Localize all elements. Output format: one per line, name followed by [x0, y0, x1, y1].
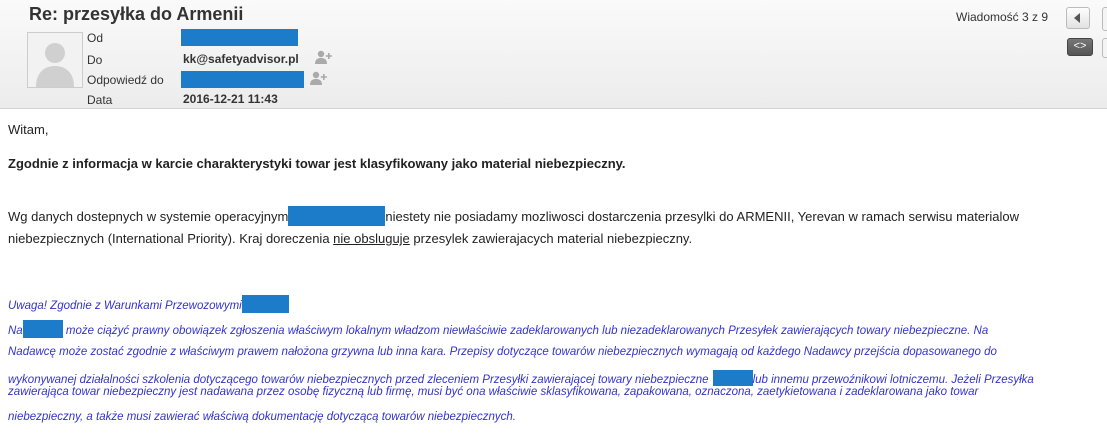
text-segment: Uwaga! Zgodnie z Warunkami Przewozowymi	[8, 300, 242, 312]
message-subject: Re: przesyłka do Armenii	[29, 4, 244, 24]
date-value: 2016-12-21 11:43	[183, 92, 278, 106]
text-segment: przesylek zawierajacych material niebezp…	[409, 231, 693, 246]
text-segment: może ciążyć prawny obowiązek zgłoszenia …	[62, 325, 989, 337]
redacted-from	[181, 29, 298, 46]
add-contact-icon[interactable]	[315, 50, 333, 64]
notice-line: Nadawcę może zostać zgodnie z właściwym …	[8, 346, 997, 358]
chevron-left-icon	[1074, 13, 1080, 23]
view-toggle-button[interactable]	[1102, 38, 1107, 58]
prev-message-button[interactable]	[1066, 7, 1090, 29]
notice-line: niebezpieczny, a także musi zawierać wła…	[8, 411, 516, 423]
text-segment: wykonywanej działalności szkolenia dotyc…	[8, 374, 709, 386]
text-segment: Wg danych dostepnych w systemie operacyj…	[8, 209, 289, 224]
text-segment: niestety nie posiadamy mozliwosci dostar…	[385, 209, 1020, 224]
paragraph-availability: Wg danych dostepnych w systemie operacyj…	[8, 206, 1019, 226]
paragraph-classification: Zgodnie z informacja w karcie charaktery…	[8, 156, 626, 171]
notice-line: wykonywanej działalności szkolenia dotyc…	[8, 370, 1034, 386]
redacted-carrier	[241, 295, 289, 313]
redacted-carrier	[22, 320, 63, 338]
text-segment: lub innemu przewoźnikowi lotniczemu. Jeż…	[752, 374, 1034, 386]
avatar	[27, 32, 83, 88]
text-segment: Na	[8, 325, 23, 337]
notice-line: Uwaga! Zgodnie z Warunkami Przewozowymi	[8, 295, 289, 313]
date-label: Data	[87, 93, 113, 107]
redacted-reply-to	[181, 71, 304, 88]
reply-to-label: Odpowiedź do	[87, 73, 164, 87]
greeting: Witam,	[8, 122, 49, 137]
underlined-text: nie obsluguje	[333, 231, 410, 246]
to-address[interactable]: kk@safetyadvisor.pl	[183, 52, 299, 66]
redacted-carrier	[288, 206, 386, 226]
notice-line: zawierająca towar niebezpieczny jest nad…	[8, 386, 979, 398]
redacted-carrier	[712, 370, 753, 386]
add-contact-icon[interactable]	[310, 71, 328, 85]
next-message-button[interactable]	[1102, 7, 1107, 31]
paragraph-availability-cont: niebezpiecznych (International Priority)…	[8, 231, 692, 246]
message-header: Re: przesyłka do Armenii Od Do kk@safety…	[0, 0, 1107, 109]
message-counter: Wiadomość 3 z 9	[956, 10, 1049, 24]
from-label: Od	[87, 31, 104, 45]
notice-line: Na może ciążyć prawny obowiązek zgłoszen…	[8, 320, 988, 338]
text-segment: niebezpiecznych (International Priority)…	[8, 231, 334, 246]
to-label: Do	[87, 53, 103, 67]
code-toggle-icon[interactable]: <>	[1067, 38, 1093, 56]
